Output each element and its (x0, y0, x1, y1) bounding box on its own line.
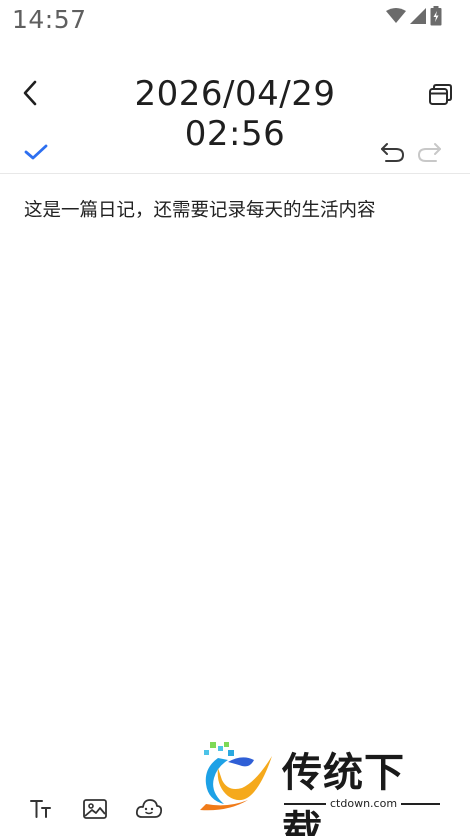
save-check-button[interactable] (22, 138, 50, 166)
window-switch-button[interactable] (426, 80, 456, 110)
diary-editor-screen: 14:57 2026/04/29 02:56 这是一篇日记，还需要记录每天的生活… (0, 0, 470, 836)
insert-image-button[interactable] (82, 796, 108, 822)
chevron-left-icon (23, 80, 37, 106)
editor-area[interactable]: 这是一篇日记，还需要记录每天的生活内容 (0, 176, 470, 776)
watermark-emblem-icon (200, 742, 272, 811)
cellular-signal-icon (410, 8, 426, 24)
status-time: 14:57 (12, 5, 87, 34)
redo-button[interactable] (416, 138, 444, 166)
bottom-toolbar (0, 792, 200, 828)
watermark-logo: 传统下载 ctdown.com (198, 740, 443, 836)
editor-toolbar (0, 132, 470, 174)
windows-stack-icon (429, 84, 452, 105)
diary-text[interactable]: 这是一篇日记，还需要记录每天的生活内容 (24, 198, 446, 224)
back-button[interactable] (16, 78, 46, 108)
image-icon (83, 799, 107, 819)
text-format-button[interactable] (28, 796, 54, 822)
undo-icon (381, 143, 405, 162)
checkmark-icon (24, 144, 48, 160)
header: 2026/04/29 02:56 (0, 60, 470, 154)
status-icons (386, 6, 442, 26)
text-format-icon (30, 800, 51, 818)
mood-button[interactable] (135, 796, 163, 822)
wifi-icon (386, 8, 406, 23)
status-bar: 14:57 (0, 0, 470, 40)
watermark-subtitle: ctdown.com (326, 797, 402, 810)
undo-button[interactable] (378, 138, 406, 166)
battery-charging-icon (430, 6, 442, 26)
redo-icon (417, 143, 441, 162)
watermark-title: 传统下载 (282, 750, 405, 836)
mood-icon (135, 799, 163, 818)
